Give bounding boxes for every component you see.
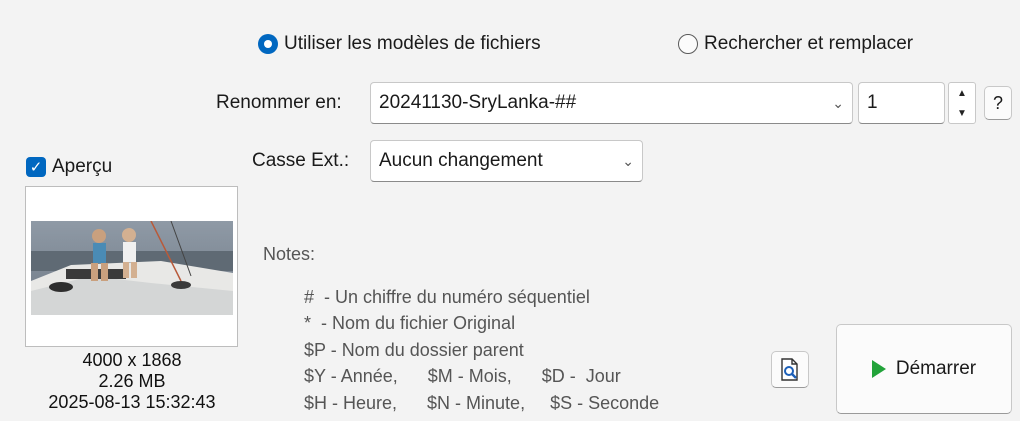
radio-search-replace-label: Rechercher et remplacer bbox=[704, 33, 914, 54]
help-button[interactable]: ? bbox=[984, 86, 1012, 120]
play-arrow-icon bbox=[871, 360, 886, 378]
counter-start-input[interactable]: 1 bbox=[858, 82, 945, 124]
start-button[interactable]: Démarrer bbox=[836, 324, 1012, 414]
spin-up-icon[interactable]: ▲ bbox=[949, 83, 975, 103]
radio-selected-indicator bbox=[258, 34, 278, 54]
preview-photo bbox=[31, 221, 233, 315]
rename-pattern-combobox[interactable]: 20241130-SryLanka-## ⌄ bbox=[370, 82, 853, 124]
document-magnifier-icon bbox=[781, 357, 798, 381]
radio-use-templates-label: Utiliser les modèles de fichiers bbox=[284, 33, 541, 54]
image-datetime: 2025-08-13 15:32:43 bbox=[48, 392, 216, 412]
image-info: 4000 x 1868 2.26 MB 2025-08-13 15:32:43 bbox=[18, 350, 246, 413]
note-line: $Y - Année, $M - Mois, $D - Jour bbox=[304, 366, 621, 386]
radio-search-replace[interactable]: Rechercher et remplacer bbox=[678, 33, 913, 55]
note-line: $P - Nom du dossier parent bbox=[304, 340, 524, 360]
note-line: * - Nom du fichier Original bbox=[304, 313, 516, 333]
start-button-label: Démarrer bbox=[895, 358, 977, 379]
preview-frame bbox=[25, 186, 238, 347]
preview-search-button[interactable] bbox=[771, 351, 809, 388]
chevron-down-icon[interactable]: ⌄ bbox=[622, 153, 634, 170]
rename-pattern-value: 20241130-SryLanka-## bbox=[379, 92, 577, 113]
rename-label: Renommer en: bbox=[216, 92, 342, 113]
radio-unselected-indicator bbox=[678, 34, 698, 54]
image-size: 2.26 MB bbox=[98, 371, 166, 391]
notes-title: Notes: bbox=[263, 244, 316, 264]
case-ext-value: Aucun changement bbox=[379, 150, 543, 171]
counter-spinner[interactable]: ▲ ▼ bbox=[948, 82, 976, 124]
note-line: $H - Heure, $N - Minute, $S - Seconde bbox=[304, 393, 660, 413]
chevron-down-icon[interactable]: ⌄ bbox=[832, 95, 844, 112]
spin-down-icon[interactable]: ▼ bbox=[949, 103, 975, 123]
radio-use-templates[interactable]: Utiliser les modèles de fichiers bbox=[258, 33, 541, 55]
case-ext-combobox[interactable]: Aucun changement ⌄ bbox=[370, 140, 643, 182]
case-ext-label: Casse Ext.: bbox=[252, 150, 350, 171]
note-line: # - Un chiffre du numéro séquentiel bbox=[304, 287, 590, 307]
preview-checkbox[interactable]: ✓ Aperçu bbox=[26, 156, 112, 178]
checkmark-icon: ✓ bbox=[26, 157, 46, 177]
counter-start-value: 1 bbox=[867, 92, 878, 113]
image-dimensions: 4000 x 1868 bbox=[82, 350, 182, 370]
preview-checkbox-label: Aperçu bbox=[52, 156, 113, 177]
